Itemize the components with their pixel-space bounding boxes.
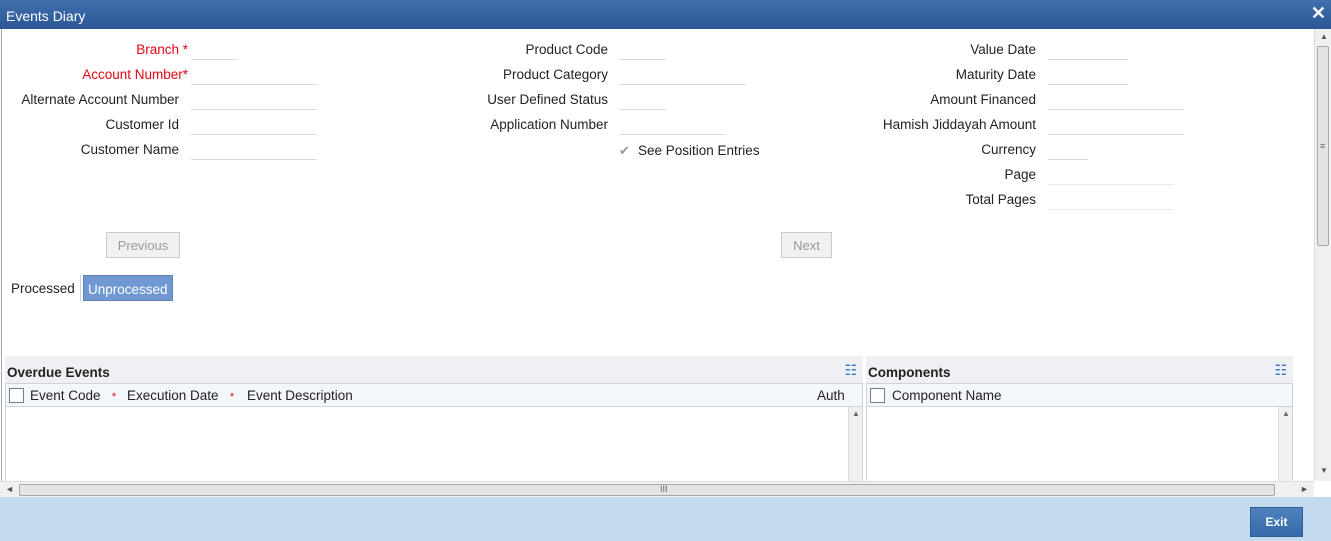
see-position-checkbox[interactable]: ✔ — [619, 143, 630, 159]
alternate-account-field[interactable] — [191, 88, 317, 110]
horizontal-scroll-thumb[interactable]: III — [19, 484, 1275, 496]
user-defined-status-label: User Defined Status — [487, 92, 608, 107]
application-number-field[interactable] — [620, 113, 726, 135]
exit-button[interactable]: Exit — [1250, 507, 1303, 537]
components-grid: Component Name ▲ — [866, 383, 1293, 481]
column-event-code[interactable]: Event Code * — [30, 388, 116, 403]
scroll-down-icon[interactable]: ▼ — [1320, 466, 1328, 475]
list-settings-icon[interactable]: ☷ — [1274, 362, 1287, 379]
close-icon[interactable]: ✕ — [1311, 3, 1326, 24]
currency-label: Currency — [981, 142, 1036, 157]
product-category-label: Product Category — [502, 67, 608, 82]
total-pages-field[interactable] — [1048, 188, 1174, 210]
product-code-label: Product Code — [525, 42, 608, 57]
grip-icon: ≡ — [1320, 141, 1326, 151]
components-header: Component Name — [867, 384, 1292, 407]
list-settings-icon[interactable]: ☷ — [844, 362, 857, 379]
product-code-field[interactable] — [620, 38, 666, 60]
scroll-right-icon[interactable]: ► — [1300, 484, 1309, 494]
amount-financed-label: Amount Financed — [930, 92, 1036, 107]
select-all-checkbox[interactable] — [9, 388, 24, 403]
scroll-left-icon[interactable]: ◄ — [5, 484, 14, 494]
application-number-label: Application Number — [490, 117, 608, 132]
column-auth[interactable]: Auth — [817, 388, 845, 403]
components-grid-scrollbar[interactable]: ▲ — [1278, 407, 1292, 481]
main-content: Branch * Account Number* Alternate Accou… — [1, 29, 1314, 481]
tab-divider — [80, 275, 81, 301]
column-component-name[interactable]: Component Name — [892, 388, 1002, 403]
maturity-date-field[interactable] — [1048, 63, 1128, 85]
window-title-bar: Events Diary ✕ — [0, 0, 1331, 29]
components-title: Components — [868, 365, 951, 380]
window-title: Events Diary — [6, 8, 86, 24]
user-defined-status-field[interactable] — [620, 88, 666, 110]
overdue-events-grid: Event Code * Execution Date * Event Desc… — [5, 383, 863, 481]
tab-processed[interactable]: Processed — [7, 275, 79, 301]
select-all-checkbox[interactable] — [870, 388, 885, 403]
value-date-label: Value Date — [970, 42, 1036, 57]
tab-unprocessed[interactable]: Unprocessed — [83, 275, 173, 301]
maturity-date-label: Maturity Date — [955, 67, 1036, 82]
vertical-scroll-thumb[interactable]: ≡ — [1317, 46, 1329, 246]
column-event-description[interactable]: Event Description — [247, 388, 353, 403]
customer-name-field[interactable] — [191, 138, 317, 160]
see-position-label: See Position Entries — [638, 143, 760, 158]
column-execution-date[interactable]: Execution Date * — [127, 388, 234, 403]
vertical-scrollbar[interactable]: ▲ ≡ ▼ — [1314, 29, 1331, 481]
previous-button[interactable]: Previous — [106, 232, 180, 258]
scroll-up-icon[interactable]: ▲ — [1282, 409, 1290, 418]
hamish-jiddayah-label: Hamish Jiddayah Amount — [882, 117, 1036, 132]
overdue-events-title: Overdue Events — [7, 365, 110, 380]
overdue-grid-scrollbar[interactable]: ▲ — [848, 407, 862, 481]
branch-label: Branch * — [136, 42, 188, 57]
overdue-events-header: Event Code * Execution Date * Event Desc… — [6, 384, 862, 407]
grip-icon: III — [660, 484, 668, 494]
page-label: Page — [1004, 167, 1036, 182]
scroll-up-icon[interactable]: ▲ — [852, 409, 860, 418]
value-date-field[interactable] — [1048, 38, 1128, 60]
customer-id-field[interactable] — [191, 113, 317, 135]
account-number-field[interactable] — [191, 63, 317, 85]
alternate-account-label: Alternate Account Number — [21, 92, 179, 107]
overdue-events-panel: Overdue Events ☷ Event Code * Execution … — [5, 356, 863, 481]
amount-financed-field[interactable] — [1048, 88, 1184, 110]
page-field[interactable] — [1048, 163, 1174, 185]
customer-name-label: Customer Name — [80, 142, 179, 157]
branch-field[interactable] — [191, 38, 237, 60]
total-pages-label: Total Pages — [965, 192, 1036, 207]
currency-field[interactable] — [1048, 138, 1088, 160]
account-number-label: Account Number* — [82, 67, 188, 82]
components-panel: Components ☷ Component Name ▲ — [866, 356, 1293, 481]
horizontal-scrollbar[interactable]: ◄ III ► — [0, 481, 1314, 497]
product-category-field[interactable] — [620, 63, 746, 85]
scroll-up-icon[interactable]: ▲ — [1320, 32, 1328, 41]
hamish-jiddayah-field[interactable] — [1048, 113, 1184, 135]
next-button[interactable]: Next — [781, 232, 832, 258]
footer-bar: Exit — [0, 497, 1331, 541]
customer-id-label: Customer Id — [105, 117, 179, 132]
